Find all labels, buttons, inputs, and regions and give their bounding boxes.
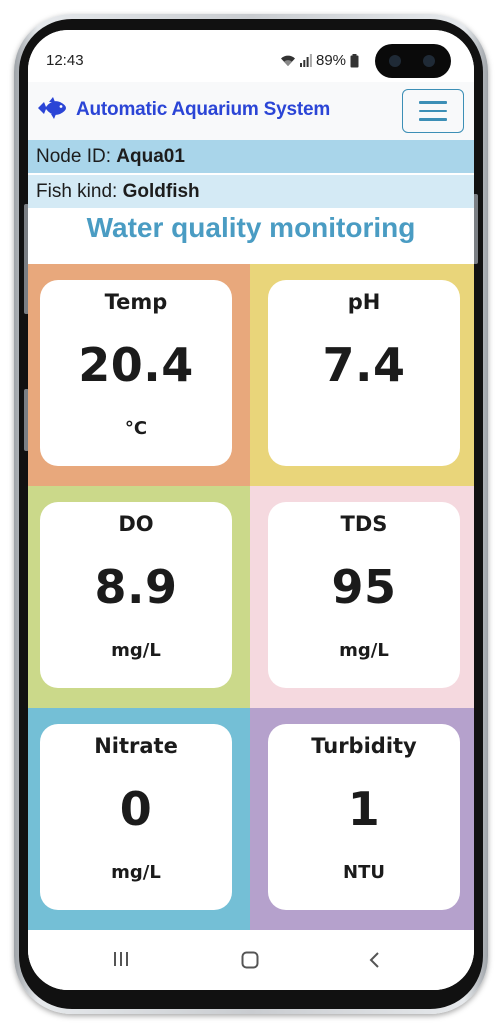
status-bar: 12:43 89% (28, 30, 474, 82)
recents-icon[interactable] (112, 950, 130, 972)
metric-cell-tds: TDS 95 mg/L (250, 486, 474, 708)
home-icon[interactable] (240, 950, 260, 974)
metric-value: 7.4 (322, 338, 406, 392)
metric-value: 1 (347, 782, 381, 836)
brand-title: Automatic Aquarium System (76, 99, 331, 120)
fish-kind-row: Fish kind: Goldfish (28, 175, 474, 209)
hamburger-menu-button[interactable] (402, 89, 464, 133)
metric-unit: mg/L (111, 640, 161, 661)
signal-icon (300, 54, 312, 67)
metric-cell-ph: pH 7.4 (250, 264, 474, 486)
battery-percent: 89% (316, 52, 347, 69)
metric-cell-do: DO 8.9 mg/L (28, 486, 250, 708)
metric-card: DO 8.9 mg/L (40, 502, 232, 688)
metric-label: DO (118, 512, 154, 536)
status-time: 12:43 (46, 52, 84, 69)
metric-value: 95 (331, 560, 397, 614)
metric-cell-nitrate: Nitrate 0 mg/L (28, 708, 250, 930)
node-id-label: Node ID: (36, 146, 111, 167)
metric-value: 0 (119, 782, 153, 836)
front-camera (375, 44, 451, 78)
metric-card: Turbidity 1 NTU (268, 724, 460, 910)
metric-card: TDS 95 mg/L (268, 502, 460, 688)
fish-icon (36, 96, 68, 124)
metric-label: pH (347, 290, 381, 314)
metric-unit: mg/L (339, 640, 389, 661)
metric-card: Nitrate 0 mg/L (40, 724, 232, 910)
metric-unit: NTU (343, 862, 385, 883)
metric-value: 8.9 (94, 560, 178, 614)
section-title: Water quality monitoring (86, 212, 416, 243)
fish-kind-value: Goldfish (122, 181, 200, 202)
wifi-icon (280, 54, 296, 67)
metric-label: Nitrate (94, 734, 178, 758)
metric-card: Temp 20.4 °C (40, 280, 232, 466)
hamburger-line (419, 118, 447, 121)
metric-unit: °C (124, 418, 148, 439)
phone-screen: 12:43 89% Automatic Aquarium System Node… (28, 30, 474, 990)
metric-label: TDS (340, 512, 388, 536)
brand[interactable]: Automatic Aquarium System (36, 96, 330, 124)
metric-cell-temp: Temp 20.4 °C (28, 264, 250, 486)
metric-label: Turbidity (311, 734, 417, 758)
node-id-row: Node ID: Aqua01 (28, 140, 474, 174)
metric-unit: mg/L (111, 862, 161, 883)
metric-label: Temp (104, 290, 168, 314)
fish-kind-label: Fish kind: (36, 181, 118, 202)
hamburger-line (419, 101, 447, 104)
metric-value: 20.4 (78, 338, 194, 392)
hamburger-line (419, 109, 447, 113)
metric-cell-turbidity: Turbidity 1 NTU (250, 708, 474, 930)
node-id-value: Aqua01 (116, 146, 185, 167)
back-icon[interactable] (366, 950, 384, 974)
metrics-grid: Temp 20.4 °C pH 7.4 DO 8.9 mg/L TDS 95 m… (28, 264, 474, 930)
android-nav-bar (28, 930, 474, 990)
metric-card: pH 7.4 (268, 280, 460, 466)
status-icons: 89% (280, 52, 359, 69)
navbar: Automatic Aquarium System (28, 82, 474, 140)
battery-icon (350, 53, 359, 68)
